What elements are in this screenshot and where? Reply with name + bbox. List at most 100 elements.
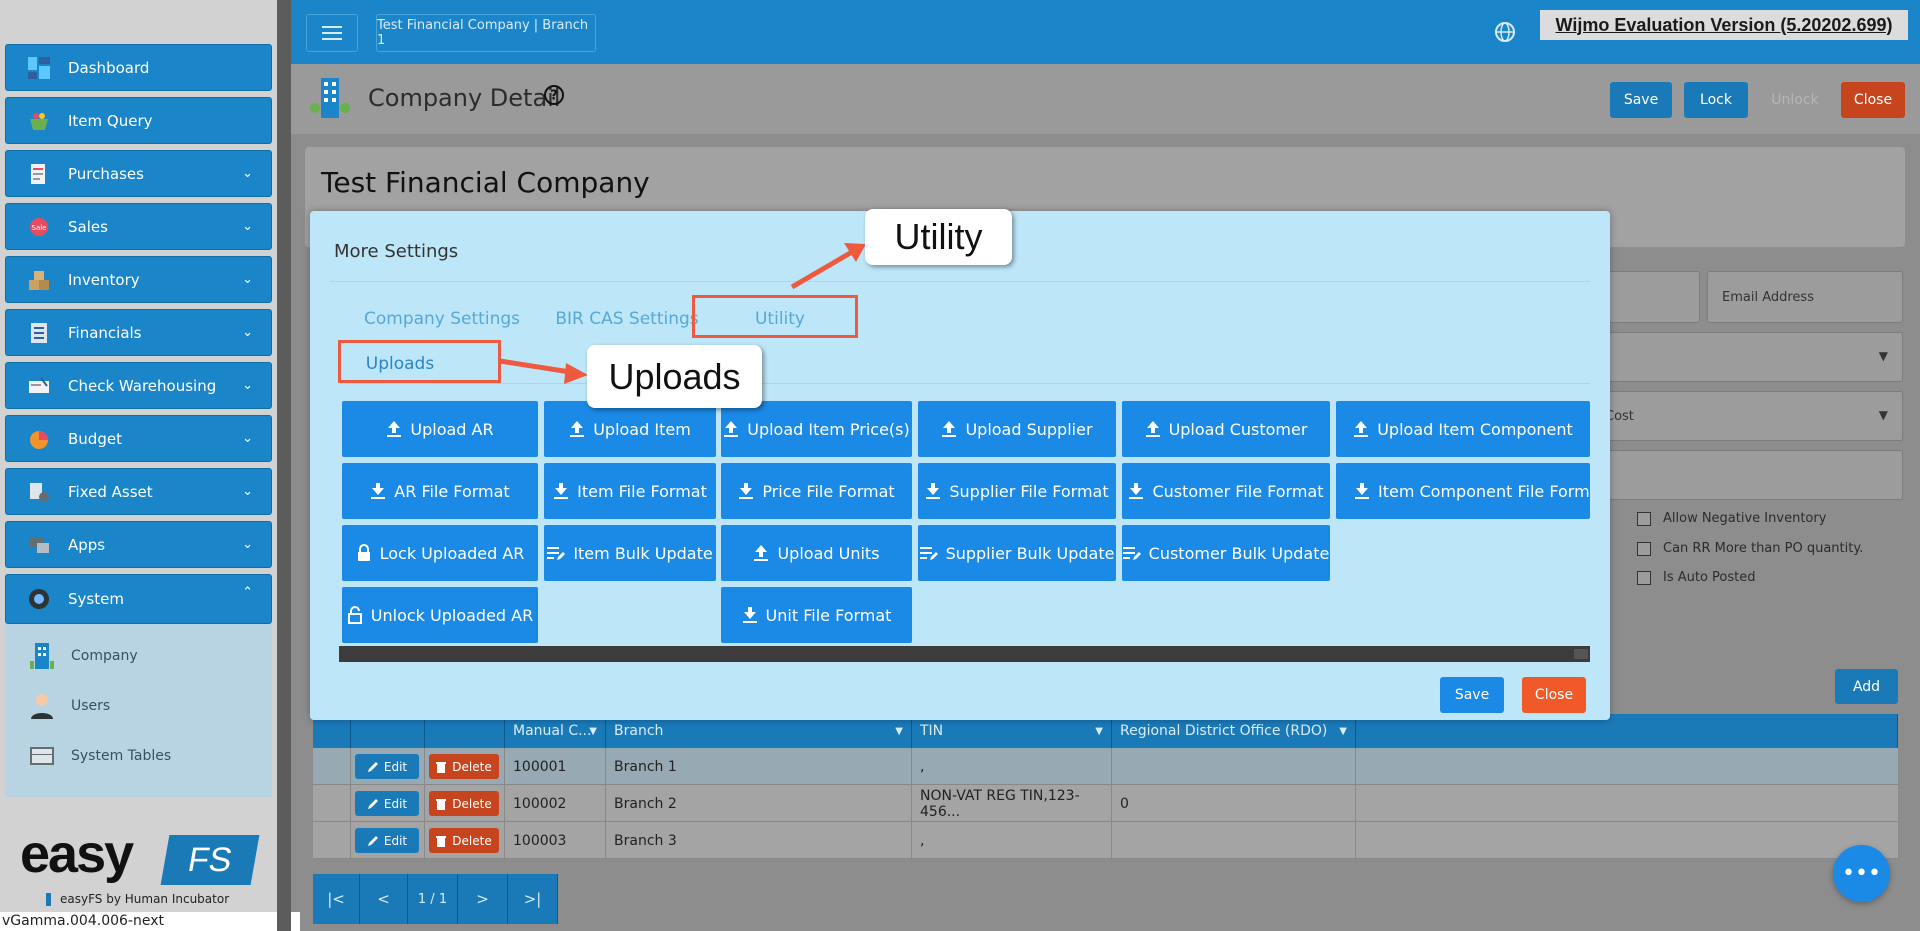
filter-icon[interactable]: ▼: [895, 726, 903, 737]
ledger-icon: [26, 320, 52, 346]
sidebar-subitem-users[interactable]: Users: [27, 686, 110, 726]
delete-button[interactable]: Delete: [429, 828, 499, 853]
next-page-button[interactable]: >: [458, 874, 508, 924]
upload-item-component-button[interactable]: Upload Item Component: [1336, 401, 1590, 457]
help-circle-icon[interactable]: ?: [543, 84, 565, 106]
email-field[interactable]: Email Address: [1707, 271, 1903, 323]
tab-bir-cas-settings[interactable]: BIR CAS Settings: [542, 299, 712, 339]
sidebar-item-item-query[interactable]: Item Query: [5, 97, 272, 144]
header-close-button[interactable]: Close: [1841, 82, 1905, 118]
background-input[interactable]: [1590, 450, 1903, 500]
supplier-bulk-update-button[interactable]: Supplier Bulk Update: [918, 525, 1116, 581]
checkbox-box[interactable]: [1637, 511, 1651, 526]
checkbox-box[interactable]: [1637, 541, 1651, 556]
branch-cell[interactable]: Branch 3: [606, 822, 912, 859]
edit-button[interactable]: Edit: [355, 791, 419, 816]
table-row[interactable]: Edit Delete 100003 Branch 3 ,: [313, 822, 1898, 859]
unlock-uploaded-ar-button[interactable]: Unlock Uploaded AR: [342, 587, 538, 643]
company-branch-selector[interactable]: Test Financial Company | Branch 1: [376, 14, 596, 52]
hamburger-menu-button[interactable]: [306, 14, 358, 52]
delete-button[interactable]: Delete: [429, 791, 499, 816]
sidebar-item-sales[interactable]: Sale Sales ⌄: [5, 203, 272, 250]
row-selector[interactable]: [313, 785, 351, 822]
header-unlock-button[interactable]: Unlock: [1760, 82, 1830, 118]
scrollbar-thumb[interactable]: [1574, 649, 1588, 659]
allow-negative-inventory-checkbox[interactable]: Allow Negative Inventory: [1637, 511, 1826, 526]
filter-icon[interactable]: ▼: [1095, 726, 1103, 737]
sidebar-item-purchases[interactable]: Purchases ⌄: [5, 150, 272, 197]
prev-page-button[interactable]: <: [360, 874, 408, 924]
tin-cell[interactable]: ,: [912, 748, 1112, 785]
sidebar-item-check-warehousing[interactable]: Check Warehousing ⌄: [5, 362, 272, 409]
sidebar-subitem-system-tables[interactable]: System Tables: [27, 736, 171, 776]
uploads-callout: Uploads: [587, 345, 762, 408]
manual-code-cell[interactable]: 100002: [505, 785, 606, 822]
row-selector[interactable]: [313, 748, 351, 785]
manual-code-cell[interactable]: 100003: [505, 822, 606, 859]
branch-cell[interactable]: Branch 1: [606, 748, 912, 785]
sidebar-item-financials[interactable]: Financials ⌄: [5, 309, 272, 356]
price-file-format-button[interactable]: Price File Format: [721, 463, 912, 519]
chat-fab-button[interactable]: •••: [1833, 845, 1890, 902]
supplier-file-format-button[interactable]: Supplier File Format: [918, 463, 1116, 519]
upload-item-prices-button[interactable]: Upload Item Price(s): [721, 401, 912, 457]
is-auto-posted-checkbox[interactable]: Is Auto Posted: [1637, 570, 1756, 585]
wijmo-evaluation-notice[interactable]: Wijmo Evaluation Version (5.20202.699): [1540, 10, 1908, 40]
edit-button[interactable]: Edit: [355, 754, 419, 779]
upload-ar-button[interactable]: Upload AR: [342, 401, 538, 457]
add-branch-button[interactable]: Add: [1835, 669, 1898, 704]
unit-file-format-button[interactable]: Unit File Format: [721, 587, 912, 643]
tin-cell[interactable]: NON-VAT REG TIN,123-456...: [912, 785, 1112, 822]
upload-supplier-button[interactable]: Upload Supplier: [918, 401, 1116, 457]
row-selector[interactable]: [313, 822, 351, 859]
item-component-file-format-button[interactable]: Item Component File Format: [1336, 463, 1590, 519]
filter-icon[interactable]: ▼: [1339, 726, 1347, 737]
background-select[interactable]: ▼: [1590, 332, 1903, 382]
header-lock-button[interactable]: Lock: [1684, 82, 1748, 118]
sidebar-item-dashboard[interactable]: Dashboard: [5, 44, 272, 91]
modal-close-button[interactable]: Close: [1522, 677, 1586, 713]
filter-icon[interactable]: ▼: [589, 726, 597, 737]
sidebar-item-fixed-asset[interactable]: Fixed Asset ⌄: [5, 468, 272, 515]
horizontal-scrollbar[interactable]: [339, 646, 1590, 662]
button-label: Upload AR: [410, 419, 494, 439]
customer-file-format-button[interactable]: Customer File Format: [1122, 463, 1330, 519]
tin-cell[interactable]: ,: [912, 822, 1112, 859]
first-page-button[interactable]: |<: [313, 874, 360, 924]
sidebar-item-inventory[interactable]: Inventory ⌄: [5, 256, 272, 303]
delete-button[interactable]: Delete: [429, 754, 499, 779]
subtab-divider: [340, 383, 1590, 384]
sidebar-item-budget[interactable]: Budget ⌄: [5, 415, 272, 462]
manual-code-cell[interactable]: 100001: [505, 748, 606, 785]
edit-button[interactable]: Edit: [355, 828, 419, 853]
button-label: Unit File Format: [765, 605, 892, 625]
item-bulk-update-button[interactable]: Item Bulk Update: [544, 525, 716, 581]
upload-units-button[interactable]: Upload Units: [721, 525, 912, 581]
chevron-down-icon: ⌄: [242, 219, 253, 234]
upload-customer-button[interactable]: Upload Customer: [1122, 401, 1330, 457]
table-row[interactable]: Edit Delete 100002 Branch 2 NON-VAT REG …: [313, 785, 1898, 822]
table-row[interactable]: Edit Delete 100001 Branch 1 ,: [313, 748, 1898, 785]
header-save-button[interactable]: Save: [1610, 82, 1672, 118]
globe-icon[interactable]: [1494, 21, 1516, 47]
sidebar-subitem-company[interactable]: Company: [27, 636, 138, 676]
cost-select[interactable]: Cost ▼: [1590, 391, 1903, 441]
rdo-cell[interactable]: [1112, 748, 1356, 785]
upload-item-button[interactable]: Upload Item: [544, 401, 716, 457]
ar-file-format-button[interactable]: AR File Format: [342, 463, 538, 519]
modal-save-button[interactable]: Save: [1440, 677, 1504, 713]
rdo-cell[interactable]: [1112, 822, 1356, 859]
checkbox-box[interactable]: [1637, 570, 1651, 585]
last-page-button[interactable]: >|: [508, 874, 558, 924]
sidebar-item-apps[interactable]: Apps ⌄: [5, 521, 272, 568]
lock-uploaded-ar-button[interactable]: Lock Uploaded AR: [342, 525, 538, 581]
customer-bulk-update-button[interactable]: Customer Bulk Update: [1122, 525, 1330, 581]
tab-company-settings[interactable]: Company Settings: [352, 299, 532, 339]
rdo-cell[interactable]: 0: [1112, 785, 1356, 822]
can-rr-more-checkbox[interactable]: Can RR More than PO quantity.: [1637, 541, 1863, 556]
sidebar-item-system[interactable]: System ⌃: [5, 574, 272, 624]
item-file-format-button[interactable]: Item File Format: [544, 463, 716, 519]
branch-cell[interactable]: Branch 2: [606, 785, 912, 822]
grid-pager: |< < 1 / 1 > >|: [313, 874, 558, 924]
page-header: Company Detail ?: [291, 64, 1920, 134]
